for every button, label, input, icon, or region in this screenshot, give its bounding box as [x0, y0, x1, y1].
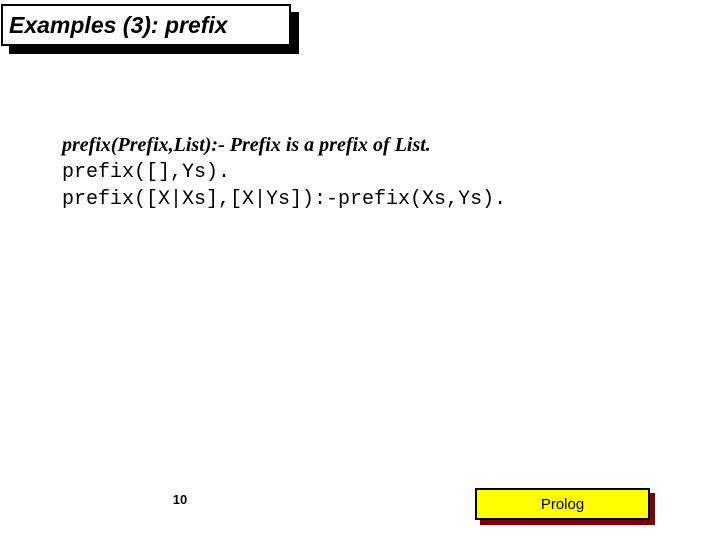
- slide-title: Examples (3): prefix: [9, 12, 228, 39]
- footer: 10 Prolog: [0, 484, 720, 520]
- slide: Examples (3): prefix prefix(Prefix,List)…: [0, 0, 720, 540]
- content-area: prefix(Prefix,List):- Prefix is a prefix…: [62, 132, 680, 213]
- spec-line: prefix(Prefix,List):- Prefix is a prefix…: [62, 132, 680, 159]
- badge-container: Prolog: [475, 488, 650, 520]
- code-line-2: prefix([X|Xs],[X|Ys]):-prefix(Xs,Ys).: [62, 186, 680, 213]
- page-number: 10: [0, 492, 360, 507]
- title-box: Examples (3): prefix: [1, 4, 291, 46]
- badge-box: Prolog: [475, 488, 650, 520]
- title-container: Examples (3): prefix: [1, 4, 291, 46]
- code-line-1: prefix([],Ys).: [62, 159, 680, 186]
- badge-label: Prolog: [541, 496, 584, 513]
